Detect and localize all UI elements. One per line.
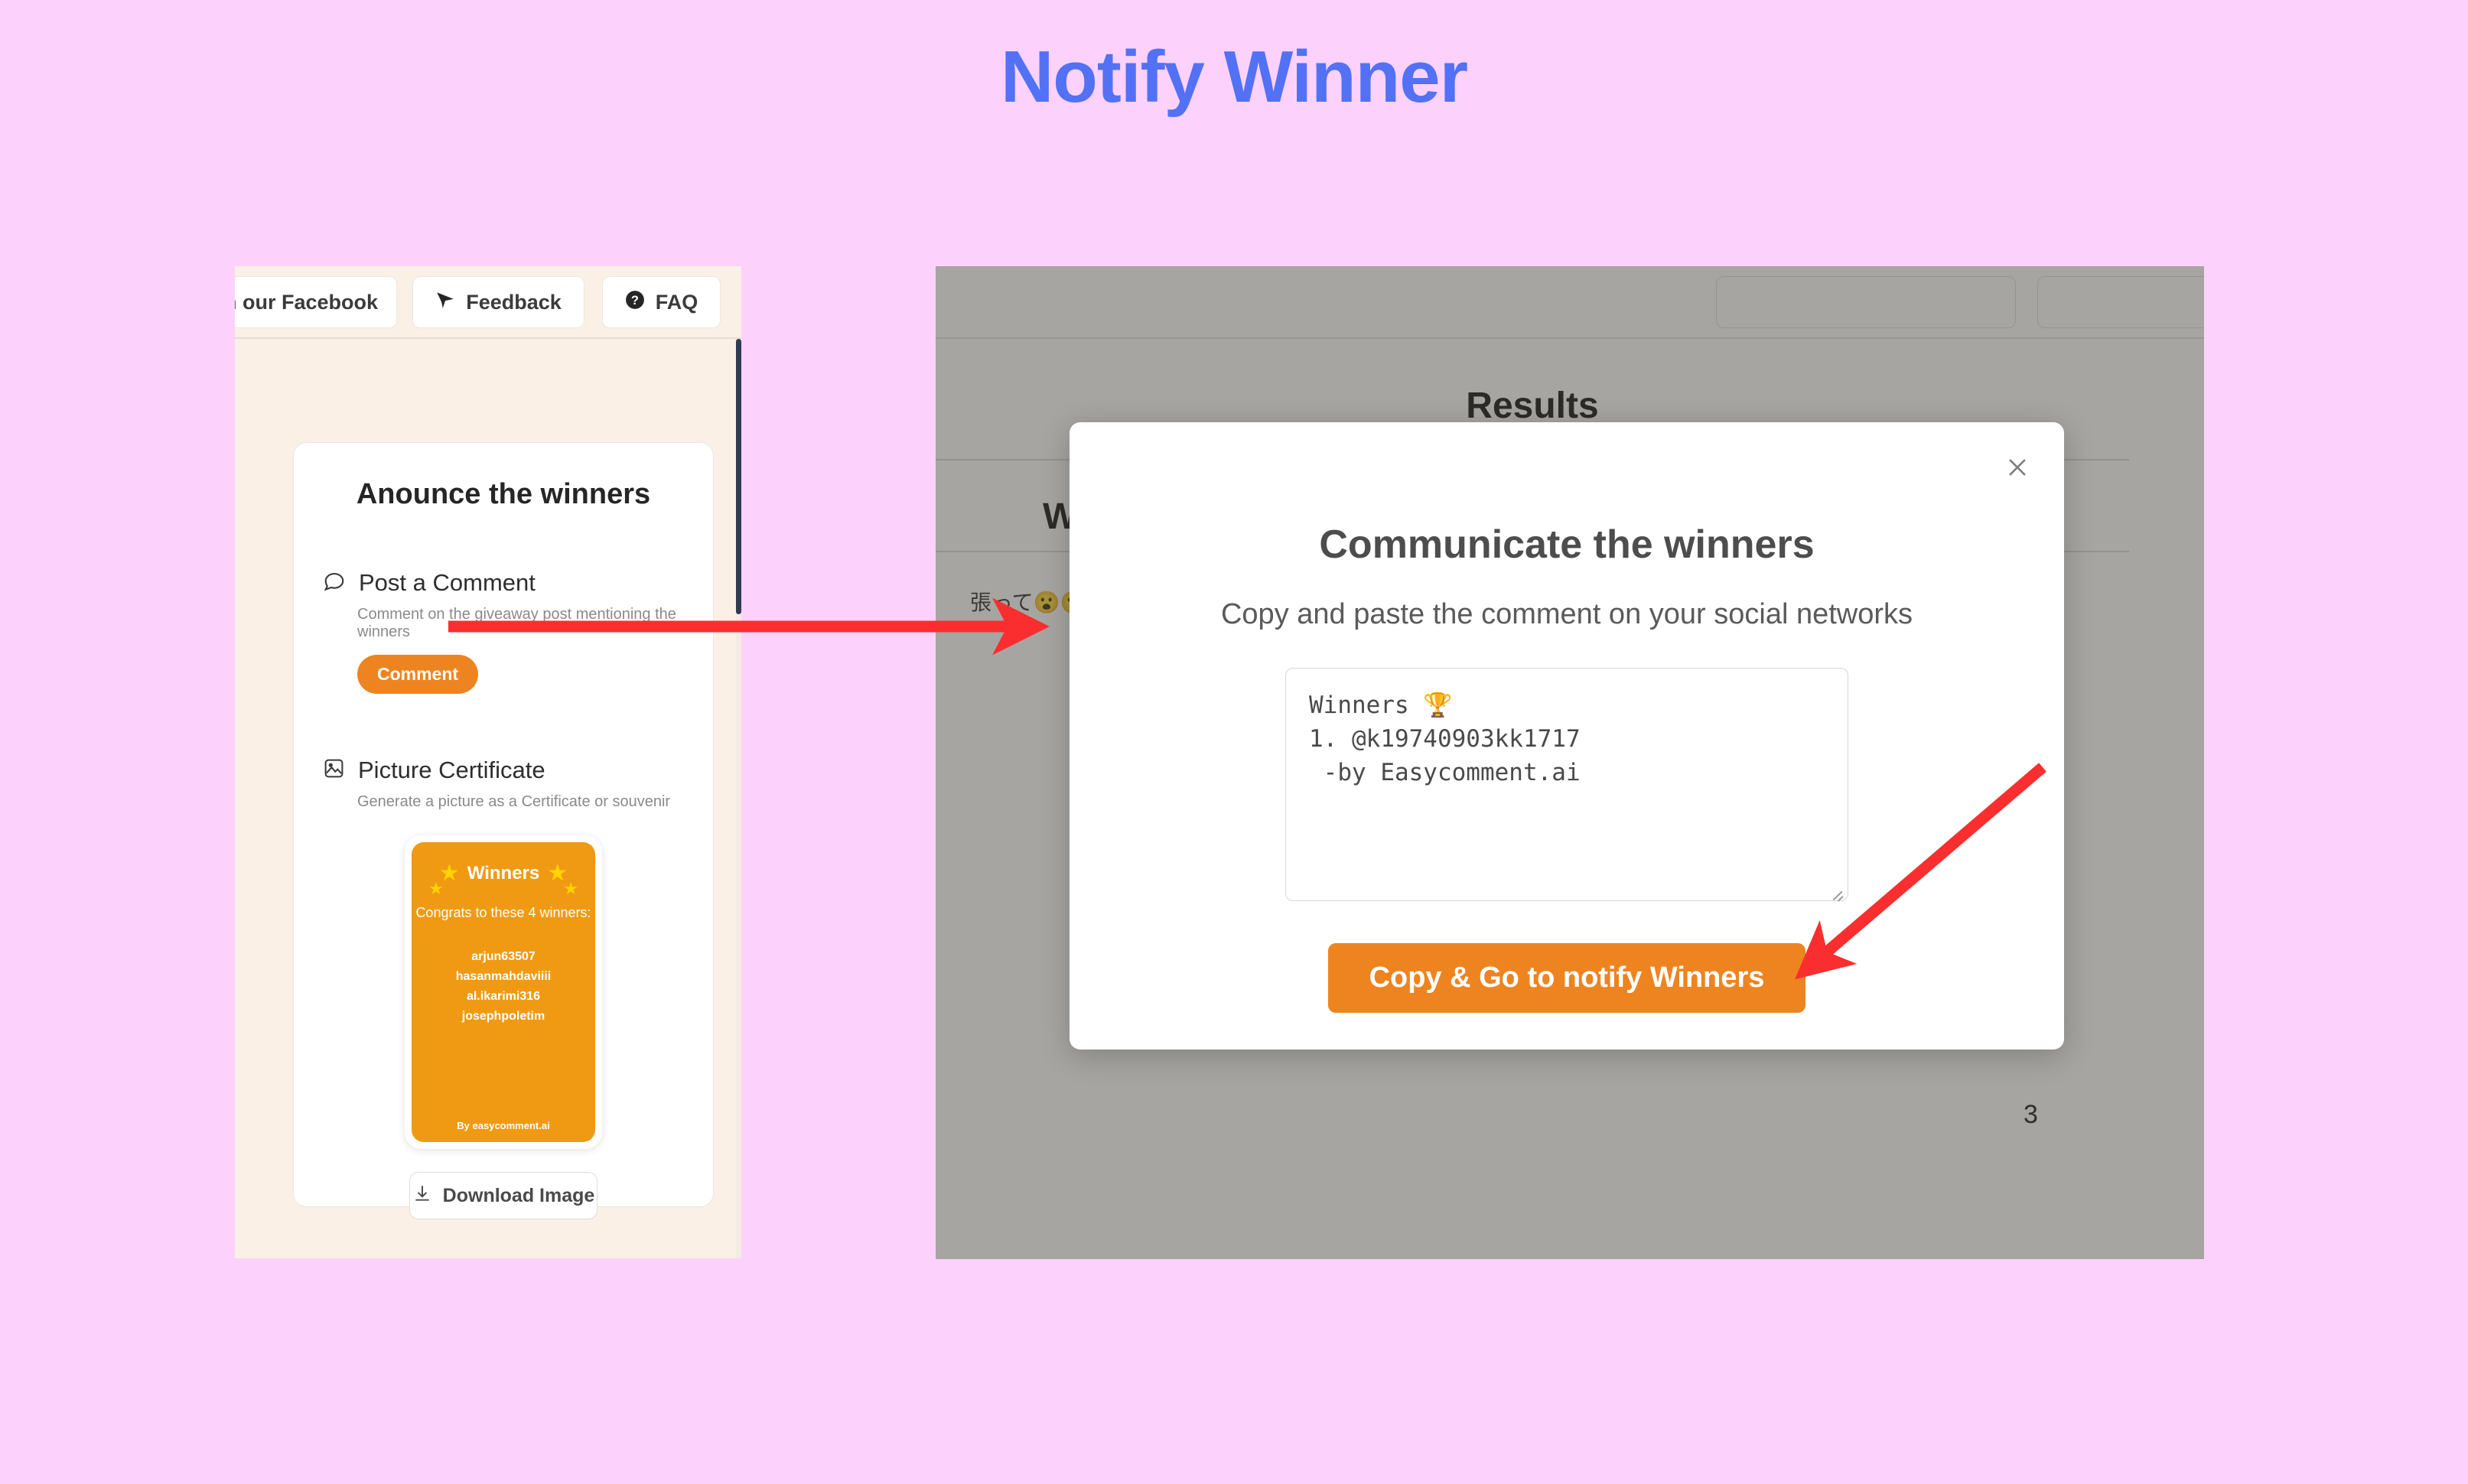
list-item: hasanmahdaviiii	[455, 969, 552, 983]
modal-textarea-wrapper	[1285, 668, 1848, 905]
certificate-congrats-text: Congrats to these 4 winners:	[415, 905, 591, 920]
image-icon	[323, 757, 345, 783]
post-comment-section: Post a Comment Comment on the giveaway p…	[294, 569, 713, 694]
svg-text:?: ?	[631, 293, 639, 307]
picture-certificate-label: Picture Certificate	[358, 757, 545, 783]
star-icon: ★	[563, 879, 578, 898]
close-icon[interactable]	[2000, 450, 2035, 485]
speech-bubble-icon	[323, 570, 346, 597]
announce-card-title: Anounce the winners	[356, 478, 651, 510]
post-comment-description: Comment on the giveaway post mentioning …	[357, 606, 676, 640]
star-icon: ★	[428, 879, 444, 898]
question-circle-icon: ?	[625, 290, 645, 315]
winners-comment-textarea[interactable]	[1285, 668, 1848, 901]
facebook-button-label: n our Facebook	[235, 290, 379, 314]
list-item: al.ikarimi316	[466, 989, 541, 1003]
paper-plane-icon	[435, 290, 455, 315]
certificate-title: Winners	[467, 863, 540, 884]
list-item: arjun63507	[471, 950, 536, 963]
post-comment-header: Post a Comment	[323, 569, 684, 597]
feedback-button-label: Feedback	[466, 290, 562, 314]
communicate-winners-modal: Communicate the winners Copy and paste t…	[1070, 422, 2064, 1050]
faq-button-label: FAQ	[655, 290, 698, 314]
announce-winners-card: Anounce the winners Post a Comment Comme…	[293, 442, 714, 1219]
comment-button[interactable]: Comment	[357, 655, 479, 694]
copy-and-notify-winners-button[interactable]: Copy & Go to notify Winners	[1327, 943, 1806, 1013]
right-app-window: Results Winners 張って😮😮😮 ds nds 3 Post URL…	[936, 266, 2204, 1259]
download-image-button[interactable]: Download Image	[409, 1172, 597, 1219]
download-image-label: Download Image	[442, 1184, 595, 1206]
modal-subtitle: Copy and paste the comment on your socia…	[1220, 598, 1913, 630]
picture-certificate-header: Picture Certificate	[323, 757, 684, 784]
modal-title: Communicate the winners	[1319, 522, 1815, 567]
certificate-image: ★ Winners ★ ★ ★ Congrats to these 4 winn…	[412, 842, 595, 1142]
left-topbar: n our Facebook Feedback ? FAQ	[235, 266, 741, 339]
certificate-winners-list: arjun63507 hasanmahdaviiii al.ikarimi316…	[412, 947, 595, 1027]
picture-certificate-description: Generate a picture as a Certificate or s…	[357, 793, 671, 810]
list-item: josephpoletim	[461, 1009, 545, 1023]
download-icon	[412, 1183, 432, 1209]
left-scrollbar-thumb[interactable]	[736, 339, 741, 614]
post-comment-label: Post a Comment	[359, 569, 536, 596]
page-title: Notify Winner	[1000, 36, 1468, 118]
faq-button[interactable]: ? FAQ	[602, 276, 721, 328]
certificate-footer: By easycomment.ai	[457, 1120, 550, 1131]
feedback-button[interactable]: Feedback	[412, 276, 584, 328]
certificate-preview-frame: ★ Winners ★ ★ ★ Congrats to these 4 winn…	[405, 835, 602, 1149]
facebook-button[interactable]: n our Facebook	[235, 276, 397, 328]
picture-certificate-section: Picture Certificate Generate a picture a…	[294, 757, 713, 1219]
